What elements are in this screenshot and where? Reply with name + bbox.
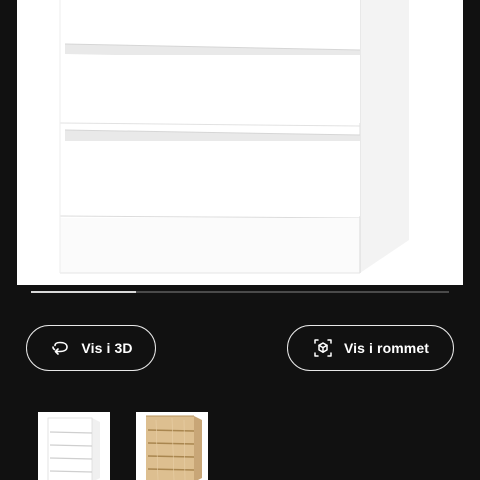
product-page: Vis i 3D Vis i rommet	[0, 0, 480, 480]
gallery-scroll-thumb[interactable]	[31, 291, 136, 293]
view-in-3d-button[interactable]: Vis i 3D	[26, 325, 156, 371]
ar-room-icon	[312, 337, 334, 359]
white-chest-of-drawers-image	[59, 0, 409, 274]
view-in-room-label: Vis i rommet	[344, 340, 429, 356]
rotate-3d-icon	[49, 337, 71, 359]
white-dresser-thumbnail	[47, 417, 100, 480]
variant-thumbnail-white[interactable]	[38, 412, 110, 480]
product-image-gallery[interactable]	[17, 0, 463, 285]
oak-dresser-thumbnail	[146, 415, 202, 480]
variant-thumbnail-oak[interactable]	[136, 412, 208, 480]
gallery-scroll-track[interactable]	[31, 291, 449, 293]
view-in-room-button[interactable]: Vis i rommet	[287, 325, 454, 371]
view-in-3d-label: Vis i 3D	[81, 340, 133, 356]
